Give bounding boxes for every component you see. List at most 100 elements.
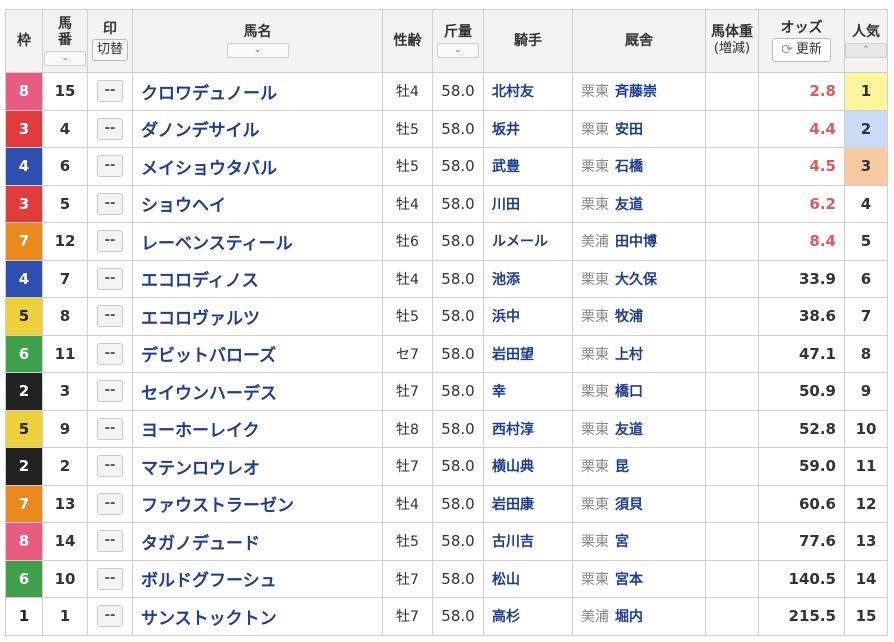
trainer-link[interactable]: 昆	[615, 459, 629, 475]
jockey-link[interactable]: 岩田望	[483, 334, 573, 373]
mark-toggle-button[interactable]: 切替	[91, 39, 128, 61]
umaban-cell: 15	[42, 72, 88, 111]
trainer-link[interactable]: 友道	[615, 422, 643, 438]
stable-cell: 栗東 上村	[572, 334, 706, 373]
jockey-link[interactable]: 幸	[483, 372, 573, 411]
trainer-link[interactable]: 上村	[615, 347, 643, 363]
horse-name-link[interactable]: クロワデュノール	[132, 72, 383, 111]
jockey-link[interactable]: 古川吉	[483, 522, 573, 561]
jockey-link[interactable]: 武豊	[483, 147, 573, 186]
jockey-link[interactable]: 川田	[483, 184, 573, 223]
odds-cell: 60.6	[758, 484, 845, 523]
mark-select-button[interactable]: --	[97, 267, 123, 290]
sex-age-cell: 牡6	[382, 222, 433, 261]
waku-cell: 1	[5, 597, 43, 636]
stable-cell: 美浦 田中博	[572, 222, 706, 261]
mark-select-button[interactable]: --	[97, 417, 123, 440]
mark-select-button[interactable]: --	[97, 380, 123, 403]
weight-cell: 58.0	[432, 522, 484, 561]
table-row: 7 13 -- ファウストラーゼン 牡4 58.0 岩田康 栗東 須貝 60.6 12	[5, 484, 888, 523]
jockey-link[interactable]: 坂井	[483, 109, 573, 148]
mark-select-button[interactable]: --	[97, 455, 123, 478]
horse-name-link[interactable]: ファウストラーゼン	[132, 484, 383, 523]
stable-region: 栗東	[581, 196, 609, 213]
horse-name-link[interactable]: メイショウタバル	[132, 147, 383, 186]
mark-select-button[interactable]: --	[97, 342, 123, 365]
jockey-link[interactable]: 浜中	[483, 297, 573, 336]
horse-name-link[interactable]: セイウンハーデス	[132, 372, 383, 411]
horse-name-link[interactable]: デビットバローズ	[132, 334, 383, 373]
body-weight-cell	[705, 222, 759, 261]
jockey-link[interactable]: 北村友	[483, 72, 573, 111]
odds-cell: 6.2	[758, 184, 845, 223]
trainer-link[interactable]: 安田	[615, 122, 643, 138]
trainer-link[interactable]: 石橋	[615, 159, 643, 175]
header-umaban[interactable]: 馬 番 ⌄	[42, 9, 88, 73]
sex-age-cell: 牡4	[382, 259, 433, 298]
mark-select-button[interactable]: --	[97, 567, 123, 590]
mark-select-button[interactable]: --	[97, 192, 123, 215]
sort-weight-icon[interactable]: ⌄	[437, 43, 479, 58]
header-horse-name[interactable]: 馬名 ⌄	[132, 9, 383, 73]
stable-cell: 栗東宮	[572, 522, 706, 561]
mark-select-button[interactable]: --	[97, 305, 123, 328]
stable-region: 栗東	[581, 459, 609, 476]
horse-name-link[interactable]: ダノンデサイル	[132, 109, 383, 148]
trainer-link[interactable]: 橋口	[615, 384, 643, 400]
jockey-link[interactable]: 西村淳	[483, 409, 573, 448]
jockey-link[interactable]: 横山典	[483, 447, 573, 486]
weight-cell: 58.0	[432, 597, 484, 636]
horse-name-link[interactable]: レーベンスティール	[132, 222, 383, 261]
stable-cell: 栗東 牧浦	[572, 297, 706, 336]
sort-popularity-icon[interactable]: ⌃	[845, 43, 887, 58]
waku-cell: 3	[5, 109, 43, 148]
waku-cell: 5	[5, 409, 43, 448]
header-popularity[interactable]: 人気 ⌃	[844, 9, 888, 73]
horse-name-link[interactable]: サンストックトン	[132, 597, 383, 636]
stable-region: 栗東	[581, 309, 609, 326]
weight-cell: 58.0	[432, 409, 484, 448]
odds-cell: 77.6	[758, 522, 845, 561]
mark-select-button[interactable]: --	[97, 80, 123, 103]
sort-horse-name-icon[interactable]: ⌄	[226, 43, 289, 58]
trainer-link[interactable]: 堀内	[615, 609, 643, 625]
horse-name-link[interactable]: エコロディノス	[132, 259, 383, 298]
trainer-link[interactable]: 田中博	[615, 234, 657, 250]
trainer-link[interactable]: 友道	[615, 197, 643, 213]
horse-name-link[interactable]: ショウヘイ	[132, 184, 383, 223]
horse-name-link[interactable]: エコロヴァルツ	[132, 297, 383, 336]
jockey-link[interactable]: 岩田康	[483, 484, 573, 523]
waku-cell: 7	[5, 222, 43, 261]
waku-cell: 4	[5, 259, 43, 298]
mark-select-button[interactable]: --	[97, 492, 123, 515]
jockey-link[interactable]: 高杉	[483, 597, 573, 636]
mark-select-button[interactable]: --	[97, 230, 123, 253]
jockey-link[interactable]: 松山	[483, 559, 573, 598]
mark-cell: --	[87, 484, 133, 523]
trainer-link[interactable]: 宮本	[615, 572, 643, 588]
mark-select-button[interactable]: --	[97, 605, 123, 628]
stable-region: 栗東	[581, 571, 609, 588]
waku-cell: 5	[5, 297, 43, 336]
mark-select-button[interactable]: --	[97, 530, 123, 553]
mark-select-button[interactable]: --	[97, 155, 123, 178]
body-weight-cell	[705, 484, 759, 523]
stable-cell: 栗東 友道	[572, 409, 706, 448]
sort-umaban-icon[interactable]: ⌄	[44, 51, 86, 66]
horse-name-link[interactable]: タガノデュード	[132, 522, 383, 561]
jockey-link[interactable]: 池添	[483, 259, 573, 298]
header-weight[interactable]: 斤量 ⌄	[432, 9, 484, 73]
mark-select-button[interactable]: --	[97, 117, 123, 140]
header-sex-age: 性齢	[382, 9, 433, 73]
trainer-link[interactable]: 牧浦	[615, 309, 643, 325]
trainer-link[interactable]: 大久保	[615, 272, 657, 288]
stable-region: 栗東	[581, 346, 609, 363]
trainer-link[interactable]: 宮	[615, 534, 629, 550]
horse-name-link[interactable]: マテンロウレオ	[132, 447, 383, 486]
odds-refresh-button[interactable]: ⟳ 更新	[772, 38, 831, 62]
horse-name-link[interactable]: ボルドグフーシュ	[132, 559, 383, 598]
trainer-link[interactable]: 須貝	[615, 497, 643, 513]
horse-name-link[interactable]: ヨーホーレイク	[132, 409, 383, 448]
jockey-link[interactable]: ルメール	[483, 222, 573, 261]
trainer-link[interactable]: 斉藤崇	[615, 84, 657, 100]
